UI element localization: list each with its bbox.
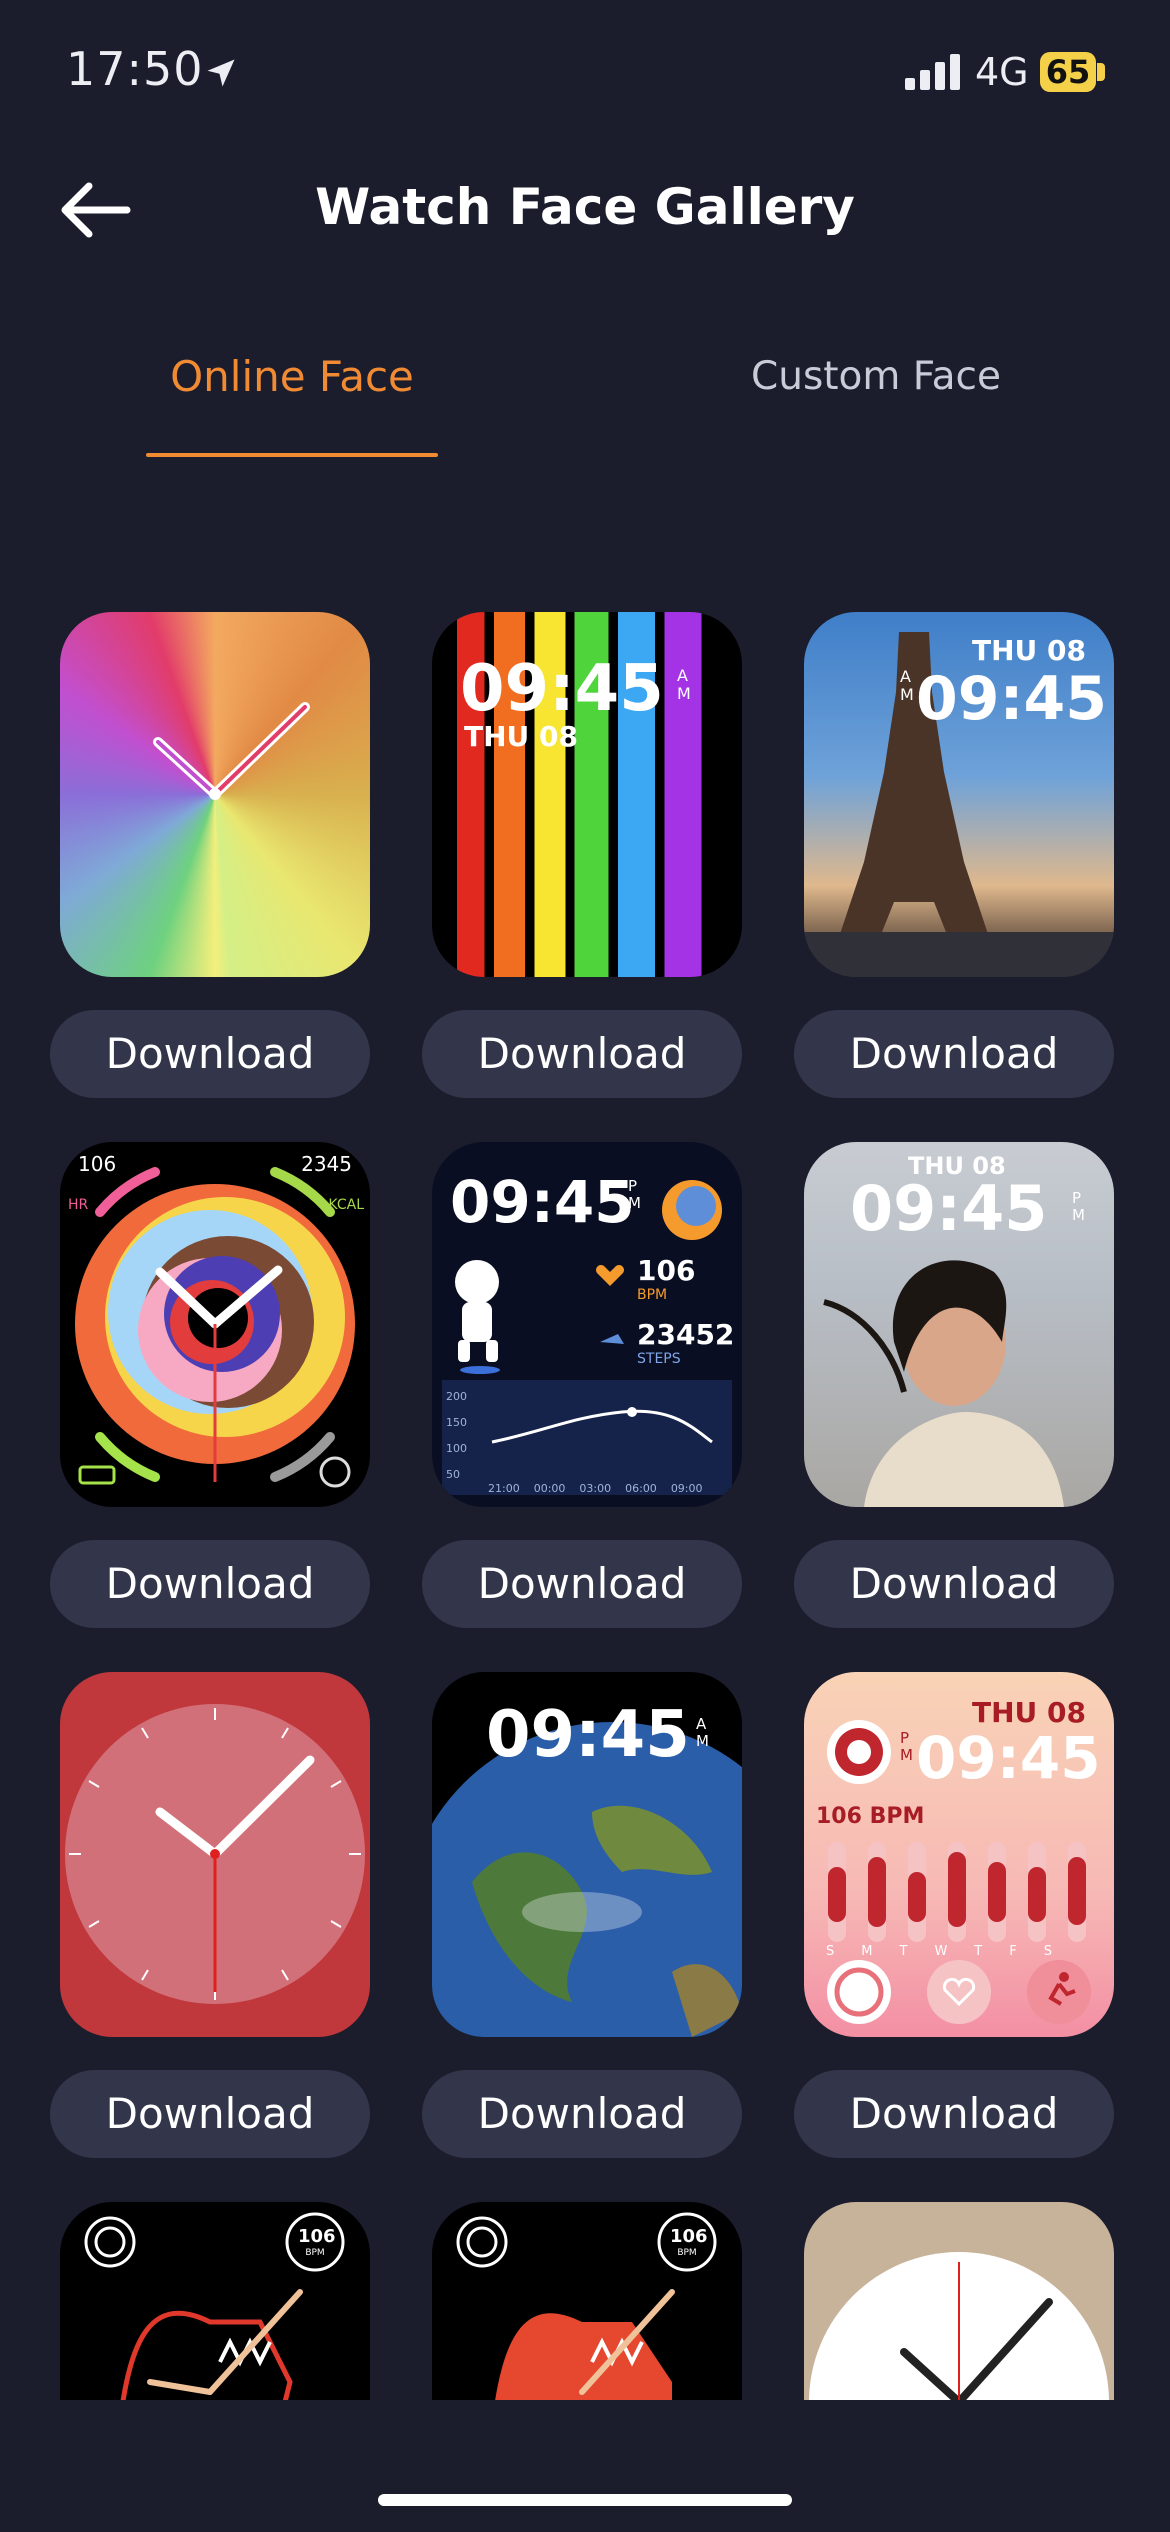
- status-bar: 17:50 4G 65: [0, 0, 1170, 150]
- download-button[interactable]: Download: [794, 1540, 1114, 1628]
- weekday-labels: S M T W T F S: [826, 1944, 1052, 1959]
- face-ampm: PM: [628, 1177, 641, 1212]
- watch-face-grid: Download 09:45 AM THU 08 Download THU 08…: [0, 600, 1170, 2400]
- face-bpm: 106: [670, 2226, 708, 2247]
- tab-bar: Online Face Custom Face: [0, 340, 1170, 460]
- watch-face-preview[interactable]: 09:45 PM 106 BPM 23452 STEPS 200 150 100…: [432, 1142, 742, 1507]
- face-time: 09:45: [486, 1698, 690, 1772]
- analog-dial: [65, 1704, 365, 2004]
- watch-face-preview[interactable]: 09:45 AM: [432, 1672, 742, 2037]
- chart-x-ticks: 21:00 00:00 03:00 06:00 09:00: [488, 1482, 703, 1495]
- spiral-graphic: [75, 1167, 355, 1488]
- face-heart-unit: BPM: [637, 1287, 668, 1303]
- download-button[interactable]: Download: [422, 2070, 742, 2158]
- active-tab-indicator: [146, 453, 438, 457]
- face-ampm: PM: [900, 1729, 913, 1764]
- download-button[interactable]: Download: [50, 1540, 370, 1628]
- face-bpm-unit: BPM: [677, 2248, 697, 2258]
- face-date: THU 08: [972, 634, 1086, 667]
- face-date: THU 08: [464, 720, 578, 753]
- download-button[interactable]: Download: [794, 1010, 1114, 1098]
- face-ampm: AM: [696, 1715, 709, 1750]
- face-time: 09:45: [850, 1172, 1048, 1245]
- face-ampm: PM: [1072, 1189, 1085, 1224]
- watch-face-preview[interactable]: THU 08 PM 09:45 106 BPM S M T W T F S: [804, 1672, 1114, 2037]
- face-time: 09:45: [916, 664, 1107, 734]
- face-bpm-unit: BPM: [305, 2248, 325, 2258]
- watch-face-preview[interactable]: THU 08 09:45 PM: [804, 1142, 1114, 1507]
- watch-face-preview[interactable]: [804, 2202, 1114, 2400]
- watch-face-preview[interactable]: THU 08 AM 09:45: [804, 612, 1114, 977]
- watch-face-preview[interactable]: 106 BPM: [432, 2202, 742, 2400]
- watch-face-preview[interactable]: 106 2345 HR KCAL: [60, 1142, 370, 1507]
- face-heart-rate: 106 BPM: [816, 1804, 925, 1829]
- analog-hands: [153, 702, 310, 800]
- face-steps: 23452: [637, 1318, 735, 1351]
- face-left-value: 106: [78, 1152, 117, 1176]
- face-left-tag: HR: [68, 1197, 89, 1213]
- download-button[interactable]: Download: [50, 2070, 370, 2158]
- network-type: 4G: [975, 50, 1029, 94]
- home-indicator[interactable]: [378, 2494, 792, 2506]
- face-time: 09:45: [450, 1168, 635, 1236]
- chart-y-ticks: 200 150 100 50: [446, 1390, 467, 1481]
- download-button[interactable]: Download: [422, 1540, 742, 1628]
- watch-face-preview[interactable]: 106 BPM: [60, 2202, 370, 2400]
- face-ampm: AM: [900, 667, 914, 704]
- download-button[interactable]: Download: [422, 1010, 742, 1098]
- download-button[interactable]: Download: [50, 1010, 370, 1098]
- page-title: Watch Face Gallery: [315, 178, 855, 236]
- watch-face-preview[interactable]: 09:45 AM THU 08: [432, 612, 742, 977]
- face-ampm: AM: [677, 666, 691, 703]
- header: Watch Face Gallery: [0, 150, 1170, 265]
- status-time: 17:50: [66, 42, 204, 96]
- watch-face-preview[interactable]: [60, 1672, 370, 2037]
- face-heart-rate: 106: [637, 1254, 696, 1287]
- watch-face-preview[interactable]: [60, 612, 370, 977]
- face-bpm: 106: [298, 2226, 336, 2247]
- battery-icon: 65: [1040, 52, 1096, 92]
- tab-custom-face[interactable]: Custom Face: [666, 354, 1086, 399]
- download-button[interactable]: Download: [794, 2070, 1114, 2158]
- cellular-signal-icon: [905, 54, 960, 90]
- battery-tip: [1097, 63, 1105, 81]
- face-steps-unit: STEPS: [637, 1351, 681, 1367]
- face-time: 09:45: [460, 652, 664, 726]
- classic-analog-dial: [809, 2252, 1109, 2400]
- tab-online-face[interactable]: Online Face: [82, 352, 502, 401]
- location-arrow-icon: [207, 59, 235, 87]
- face-right-tag: KCAL: [328, 1197, 364, 1213]
- face-time: 09:45: [916, 1724, 1101, 1792]
- face-right-value: 2345: [301, 1152, 352, 1176]
